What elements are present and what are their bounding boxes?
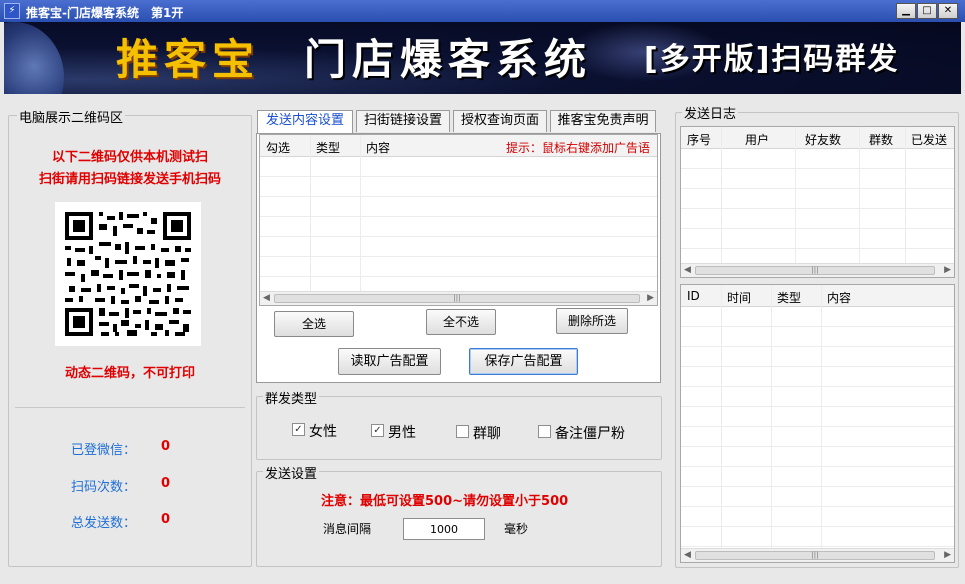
right-click-hint: 提示：鼠标右键添加广告语 <box>506 141 651 155</box>
horizontal-scrollbar[interactable]: ◀ ||| ▶ <box>681 548 954 562</box>
column-header[interactable]: 勾选 <box>266 139 290 156</box>
group-type-title: 群发类型 <box>263 388 320 407</box>
column-header[interactable]: 好友数 <box>805 131 841 148</box>
column-divider <box>795 127 796 263</box>
content-table[interactable]: 勾选 类型 内容 提示：鼠标右键添加广告语 ◀ ||| ▶ <box>259 134 658 306</box>
checkbox-male[interactable]: ✓ <box>371 424 384 437</box>
horizontal-scrollbar[interactable]: ◀ ||| ▶ <box>681 263 954 277</box>
qr-caption: 动态二维码，不可打印 <box>64 366 195 381</box>
minimize-button[interactable]: ▁ <box>896 3 916 19</box>
send-log-panel: 发送日志 序号 用户 好友数 群数 已发送 ◀ ||| ▶ ID 时间 类型 内… <box>675 103 959 568</box>
column-divider <box>859 127 860 263</box>
scroll-left-icon[interactable]: ◀ <box>684 550 691 560</box>
notice-line-1: 以下二维码仅供本机测试扫 <box>51 150 208 165</box>
checkbox-group-chat[interactable] <box>456 425 469 438</box>
send-settings-title: 发送设置 <box>263 463 320 482</box>
column-header[interactable]: 时间 <box>727 289 751 306</box>
panel-title: 电脑展示二维码区 <box>17 107 126 126</box>
divider <box>15 407 245 408</box>
column-header[interactable]: 类型 <box>777 289 801 306</box>
qr-display-panel: 电脑展示二维码区 以下二维码仅供本机测试扫 扫街请用扫码链接发送手机扫码 动态二… <box>8 107 252 567</box>
column-header[interactable]: 用户 <box>745 131 769 148</box>
save-config-button[interactable]: 保存广告配置 <box>469 348 578 375</box>
column-header[interactable]: ID <box>687 289 700 303</box>
tab-auth-query[interactable]: 授权查询页面 <box>453 110 547 132</box>
send-settings-panel: 发送设置 注意：最低可设置500~请勿设置小于500 消息间隔 毫秒 <box>256 463 662 567</box>
content-table-header: 勾选 类型 内容 提示：鼠标右键添加广告语 <box>260 135 657 157</box>
tab-panel-send-content: 勾选 类型 内容 提示：鼠标右键添加广告语 ◀ ||| ▶ 全选 全不选 删除所… <box>256 133 661 383</box>
banner-edition: [多开版]扫码群发 <box>644 42 900 77</box>
select-none-button[interactable]: 全不选 <box>426 309 496 335</box>
title-bar[interactable]: ⚡ 推客宝-门店爆客系统 第1开 ▁ □ ✕ <box>0 0 965 22</box>
stat-label-logged-wechat: 已登微信： <box>71 443 137 458</box>
tab-street-link[interactable]: 扫街链接设置 <box>356 110 450 132</box>
column-header[interactable]: 内容 <box>366 139 390 156</box>
interval-input[interactable] <box>403 518 485 540</box>
interval-label: 消息间隔 <box>323 522 372 536</box>
column-divider <box>360 135 361 291</box>
column-divider <box>821 285 822 548</box>
stat-value-logged-wechat: 0 <box>161 439 171 454</box>
tab-send-content[interactable]: 发送内容设置 <box>257 110 353 134</box>
stat-value-scan-count: 0 <box>161 476 171 491</box>
planet-graphic <box>4 22 64 94</box>
maximize-button[interactable]: □ <box>917 3 937 19</box>
scroll-right-icon[interactable]: ▶ <box>944 265 951 275</box>
scroll-left-icon[interactable]: ◀ <box>263 293 270 303</box>
close-button[interactable]: ✕ <box>938 3 958 19</box>
label-male: 男性 <box>388 425 416 441</box>
delete-selected-button[interactable]: 删除所选 <box>556 308 628 334</box>
interval-warning: 注意：最低可设置500~请勿设置小于500 <box>321 494 569 509</box>
column-divider <box>771 285 772 548</box>
group-type-panel: 群发类型 ✓ 女性 ✓ 男性 群聊 备注僵尸粉 <box>256 388 662 460</box>
column-divider <box>721 127 722 263</box>
stat-label-scan-count: 扫码次数： <box>71 480 137 495</box>
stat-label-total-sent: 总发送数： <box>71 516 137 531</box>
label-zombie-fans: 备注僵尸粉 <box>555 426 625 442</box>
scrollbar-thumb[interactable]: ||| <box>274 294 640 303</box>
interval-unit: 毫秒 <box>504 522 529 536</box>
load-config-button[interactable]: 读取广告配置 <box>338 348 441 375</box>
column-header[interactable]: 序号 <box>687 131 711 148</box>
checkbox-zombie-fans[interactable] <box>538 425 551 438</box>
tab-disclaimer[interactable]: 推客宝免责声明 <box>550 110 656 132</box>
label-group-chat: 群聊 <box>473 426 501 442</box>
banner: 推客宝 门店爆客系统 [多开版]扫码群发 <box>4 22 961 94</box>
column-header[interactable]: 群数 <box>869 131 893 148</box>
window-title: 推客宝-门店爆客系统 第1开 <box>26 6 184 20</box>
scroll-right-icon[interactable]: ▶ <box>647 293 654 303</box>
checkbox-female[interactable]: ✓ <box>292 423 305 436</box>
column-divider <box>905 127 906 263</box>
horizontal-scrollbar[interactable]: ◀ ||| ▶ <box>260 291 657 305</box>
banner-brand: 推客宝 <box>116 35 261 84</box>
column-header[interactable]: 内容 <box>827 289 851 306</box>
label-female: 女性 <box>309 424 337 440</box>
column-header[interactable]: 类型 <box>316 139 340 156</box>
app-icon: ⚡ <box>4 3 20 19</box>
event-log-table[interactable]: ID 时间 类型 内容 ◀ ||| ▶ <box>680 284 955 563</box>
tab-strip: 发送内容设置 扫街链接设置 授权查询页面 推客宝免责声明 <box>256 110 661 134</box>
notice-line-2: 扫街请用扫码链接发送手机扫码 <box>38 172 221 187</box>
select-all-button[interactable]: 全选 <box>274 311 354 337</box>
scrollbar-thumb[interactable]: ||| <box>695 266 935 275</box>
column-header[interactable]: 已发送 <box>911 131 947 148</box>
send-log-title: 发送日志 <box>682 103 739 122</box>
scroll-right-icon[interactable]: ▶ <box>944 550 951 560</box>
column-divider <box>721 285 722 548</box>
column-divider <box>310 135 311 291</box>
scroll-left-icon[interactable]: ◀ <box>684 265 691 275</box>
qr-code <box>55 202 201 346</box>
banner-system-name: 门店爆客系统 <box>304 35 593 84</box>
stat-value-total-sent: 0 <box>161 512 171 527</box>
scrollbar-thumb[interactable]: ||| <box>695 551 935 560</box>
send-log-table[interactable]: 序号 用户 好友数 群数 已发送 ◀ ||| ▶ <box>680 126 955 278</box>
table-rows <box>260 157 657 291</box>
